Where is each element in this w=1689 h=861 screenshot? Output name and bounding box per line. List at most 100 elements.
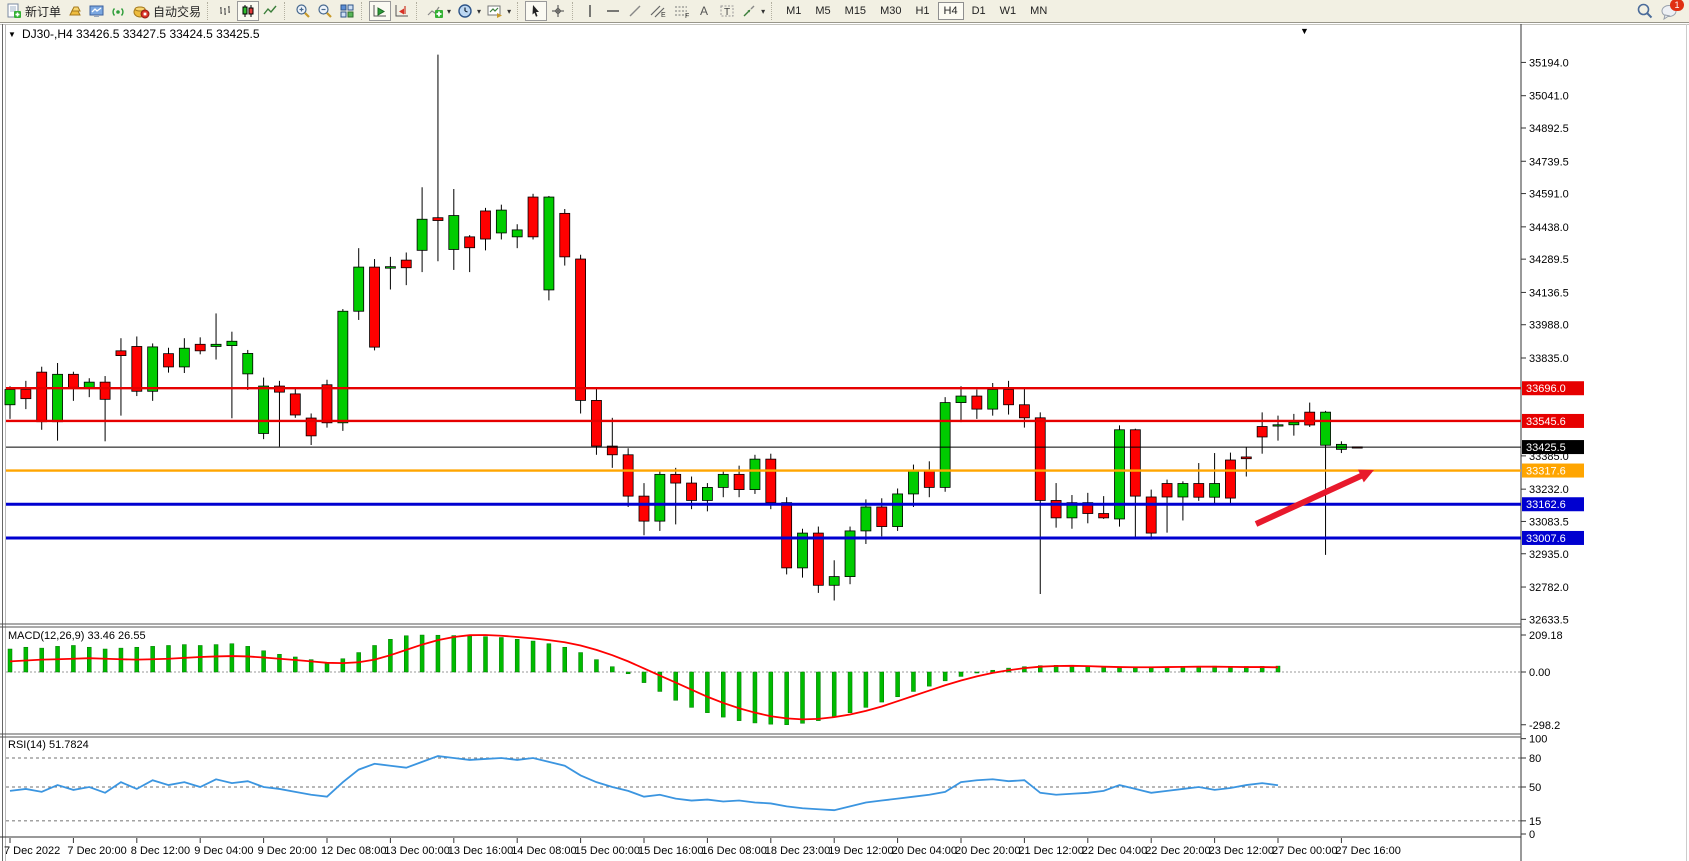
terminal-icon bbox=[89, 3, 105, 19]
timeframe-button-m1[interactable]: M1 bbox=[780, 2, 807, 20]
bar-chart-icon bbox=[218, 3, 234, 19]
zoom-in-button[interactable] bbox=[292, 1, 314, 21]
dropdown-caret: ▾ bbox=[447, 7, 451, 16]
svg-text:34289.5: 34289.5 bbox=[1529, 254, 1569, 266]
cursor-button[interactable] bbox=[525, 1, 547, 21]
svg-text:15 Dec 00:00: 15 Dec 00:00 bbox=[575, 845, 640, 857]
svg-text:33988.0: 33988.0 bbox=[1529, 320, 1569, 332]
svg-text:8 Dec 12:00: 8 Dec 12:00 bbox=[131, 845, 190, 857]
vertical-line-icon bbox=[583, 3, 597, 19]
svg-text:22 Dec 20:00: 22 Dec 20:00 bbox=[1145, 845, 1210, 857]
svg-text:22 Dec 04:00: 22 Dec 04:00 bbox=[1082, 845, 1147, 857]
zoom-out-icon bbox=[317, 3, 333, 19]
signal-icon bbox=[111, 3, 127, 19]
svg-text:33425.5: 33425.5 bbox=[1526, 442, 1566, 454]
auto-scroll-icon bbox=[372, 3, 388, 19]
auto-scroll-button[interactable] bbox=[369, 1, 391, 21]
svg-text:9 Dec 04:00: 9 Dec 04:00 bbox=[194, 845, 253, 857]
zoom-in-icon bbox=[295, 3, 311, 19]
notifications-button[interactable]: 1 bbox=[1660, 1, 1680, 21]
market-watch-button[interactable] bbox=[64, 1, 86, 21]
timeframe-button-d1[interactable]: D1 bbox=[966, 2, 992, 20]
svg-text:33083.5: 33083.5 bbox=[1529, 516, 1569, 528]
svg-text:▼: ▼ bbox=[8, 30, 16, 39]
timeframe-button-w1[interactable]: W1 bbox=[994, 2, 1023, 20]
svg-text:14 Dec 08:00: 14 Dec 08:00 bbox=[511, 845, 576, 857]
indicators-button[interactable]: ▾ bbox=[424, 1, 454, 21]
svg-text:DJ30-,H4 33426.5 33427.5 3342: DJ30-,H4 33426.5 33427.5 33424.5 33425.5 bbox=[22, 27, 260, 41]
svg-text:23 Dec 12:00: 23 Dec 12:00 bbox=[1209, 845, 1274, 857]
trendline-icon bbox=[627, 3, 643, 19]
new-order-icon bbox=[6, 3, 22, 19]
chart-area[interactable]: 35194.035041.034892.534739.534591.034438… bbox=[0, 24, 1689, 861]
svg-text:0: 0 bbox=[1529, 829, 1535, 841]
autotrading-icon bbox=[133, 3, 150, 19]
templates-button[interactable]: ▾ bbox=[484, 1, 514, 21]
svg-text:32935.0: 32935.0 bbox=[1529, 549, 1569, 561]
text-label-button[interactable]: T bbox=[716, 1, 738, 21]
svg-text:7 Dec 2022: 7 Dec 2022 bbox=[4, 845, 60, 857]
svg-text:T: T bbox=[724, 7, 730, 18]
periods-button[interactable]: ▾ bbox=[454, 1, 484, 21]
timeframe-button-m5[interactable]: M5 bbox=[809, 2, 836, 20]
svg-text:-298.2: -298.2 bbox=[1529, 720, 1560, 732]
toolbar-separator bbox=[771, 2, 776, 20]
svg-text:0.00: 0.00 bbox=[1529, 667, 1550, 679]
fibonacci-button[interactable]: F bbox=[670, 1, 694, 21]
fibonacci-icon: F bbox=[673, 3, 691, 19]
svg-text:20 Dec 04:00: 20 Dec 04:00 bbox=[892, 845, 957, 857]
candlestick-chart-button[interactable] bbox=[237, 1, 259, 21]
svg-text:13 Dec 00:00: 13 Dec 00:00 bbox=[384, 845, 449, 857]
trendline-button[interactable] bbox=[624, 1, 646, 21]
dropdown-caret: ▾ bbox=[477, 7, 481, 16]
toolbar-separator bbox=[572, 2, 577, 20]
terminal-button[interactable] bbox=[86, 1, 108, 21]
timeframe-button-h4[interactable]: H4 bbox=[938, 2, 964, 20]
clock-icon bbox=[457, 3, 473, 19]
timeframe-button-h1[interactable]: H1 bbox=[909, 2, 935, 20]
svg-text:A: A bbox=[700, 4, 708, 18]
notification-badge: 1 bbox=[1670, 0, 1684, 11]
dropdown-caret: ▾ bbox=[507, 7, 511, 16]
svg-text:34591.0: 34591.0 bbox=[1529, 189, 1569, 201]
autotrading-button[interactable]: 自动交易 bbox=[130, 1, 204, 21]
text-button[interactable]: A bbox=[694, 1, 716, 21]
svg-text:50: 50 bbox=[1529, 782, 1541, 794]
svg-text:33232.0: 33232.0 bbox=[1529, 484, 1569, 496]
svg-text:32633.5: 32633.5 bbox=[1529, 614, 1569, 626]
svg-text:100: 100 bbox=[1529, 734, 1547, 746]
zoom-out-button[interactable] bbox=[314, 1, 336, 21]
equidistant-channel-button[interactable]: E bbox=[646, 1, 670, 21]
signals-button[interactable] bbox=[108, 1, 130, 21]
crosshair-icon bbox=[550, 3, 566, 19]
svg-text:27 Dec 00:00: 27 Dec 00:00 bbox=[1272, 845, 1337, 857]
svg-text:7 Dec 20:00: 7 Dec 20:00 bbox=[67, 845, 126, 857]
chart-shift-icon bbox=[394, 3, 410, 19]
svg-text:33317.6: 33317.6 bbox=[1526, 466, 1566, 478]
crosshair-button[interactable] bbox=[547, 1, 569, 21]
text-icon: A bbox=[697, 3, 711, 19]
svg-text:15: 15 bbox=[1529, 816, 1541, 828]
chart-title: ▼ DJ30-,H4 33426.5 33427.5 33424.5 33425.… bbox=[8, 27, 260, 41]
toolbar-separator bbox=[416, 2, 421, 20]
dropdown-caret: ▾ bbox=[761, 7, 765, 16]
vertical-line-button[interactable] bbox=[580, 1, 602, 21]
chart-shift-button[interactable] bbox=[391, 1, 413, 21]
timeframe-button-m30[interactable]: M30 bbox=[874, 2, 907, 20]
timeframe-button-m15[interactable]: M15 bbox=[839, 2, 872, 20]
toolbar-separator bbox=[207, 2, 212, 20]
line-chart-button[interactable] bbox=[259, 1, 281, 21]
new-order-button[interactable]: 新订单 bbox=[3, 1, 64, 21]
text-label-icon: T bbox=[719, 3, 735, 19]
arrows-button[interactable]: ▾ bbox=[738, 1, 768, 21]
bar-chart-button[interactable] bbox=[215, 1, 237, 21]
search-icon[interactable] bbox=[1636, 2, 1654, 20]
svg-text:35041.0: 35041.0 bbox=[1529, 91, 1569, 103]
svg-text:F: F bbox=[685, 13, 689, 19]
rsi-label: RSI(14) 51.7824 bbox=[8, 739, 89, 751]
horizontal-line-button[interactable] bbox=[602, 1, 624, 21]
template-icon bbox=[487, 3, 503, 19]
svg-text:13 Dec 16:00: 13 Dec 16:00 bbox=[448, 845, 513, 857]
tile-windows-button[interactable] bbox=[336, 1, 358, 21]
timeframe-button-mn[interactable]: MN bbox=[1024, 2, 1053, 20]
